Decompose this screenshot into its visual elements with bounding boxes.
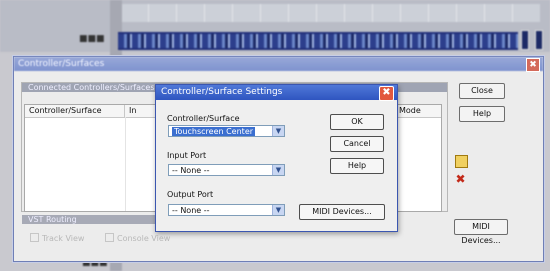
checkbox-box <box>105 233 114 242</box>
close-button[interactable]: Close <box>459 83 505 99</box>
controller-surface-select[interactable]: Touchscreen Center ▼ <box>168 125 285 137</box>
checkbox-label: Console View <box>117 234 171 243</box>
cancel-button[interactable]: Cancel <box>330 136 384 152</box>
midi-devices-button[interactable]: MIDI Devices... <box>299 204 385 220</box>
track-controls: ■■■ <box>79 34 105 44</box>
chevron-down-icon[interactable]: ▼ <box>272 165 284 175</box>
track-view-checkbox[interactable]: Track View <box>30 233 84 243</box>
controller-surface-settings-dialog: Controller/Surface Settings ✖ Controller… <box>155 84 398 232</box>
column-header-controller[interactable]: Controller/Surface <box>25 105 125 117</box>
console-view-checkbox[interactable]: Console View <box>105 233 170 243</box>
dialog-title: Controller/Surface Settings <box>156 85 397 100</box>
timeline-ruler <box>120 4 540 22</box>
checkbox-box <box>30 233 39 242</box>
help-button[interactable]: Help <box>459 106 505 122</box>
column-divider <box>125 117 126 211</box>
delete-icon[interactable]: ✖ <box>454 173 467 186</box>
checkbox-label: Track View <box>42 234 85 243</box>
selected-value: -- None -- <box>172 206 210 215</box>
output-port-label: Output Port <box>167 190 214 199</box>
selected-value: Touchscreen Center <box>172 127 256 136</box>
column-header-mode[interactable]: Mode <box>395 105 441 117</box>
dialog-title: Controller/Surfaces <box>14 57 543 71</box>
add-controller-icon[interactable] <box>455 155 468 168</box>
close-icon[interactable]: ✖ <box>379 86 394 101</box>
controller-surface-label: Controller/Surface <box>167 114 240 123</box>
output-port-select[interactable]: -- None -- ▼ <box>168 204 285 216</box>
vst-routing-group-title: VST Routing <box>22 215 172 224</box>
level-meter <box>521 30 529 50</box>
input-port-label: Input Port <box>167 151 207 160</box>
level-meter <box>535 30 543 50</box>
chevron-down-icon[interactable]: ▼ <box>272 205 284 215</box>
chevron-down-icon[interactable]: ▼ <box>272 126 284 136</box>
selected-value: -- None -- <box>172 166 210 175</box>
ok-button[interactable]: OK <box>330 114 384 130</box>
help-button[interactable]: Help <box>330 158 384 174</box>
midi-devices-button[interactable]: MIDI Devices... <box>454 219 508 245</box>
close-icon[interactable]: ✖ <box>526 58 540 72</box>
audio-waveform-clip <box>118 32 518 50</box>
input-port-select[interactable]: -- None -- ▼ <box>168 164 285 176</box>
